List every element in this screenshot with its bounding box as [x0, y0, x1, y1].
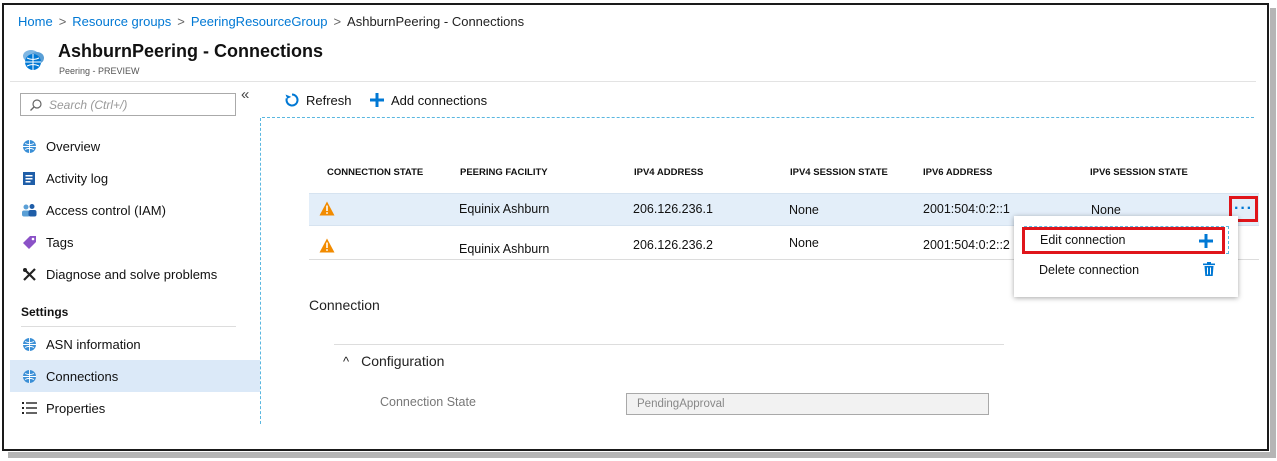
ipv4-address-cell: 206.126.236.2 [633, 238, 713, 252]
trash-icon [1203, 262, 1215, 276]
globe-icon [21, 336, 37, 352]
column-header-peering-facility[interactable]: PEERING FACILITY [460, 167, 548, 178]
warning-icon [319, 238, 335, 253]
toolbar-divider [262, 117, 1254, 118]
sidebar-splitter [260, 118, 261, 424]
column-header-connection-state[interactable]: CONNECTION STATE [327, 167, 423, 178]
column-header-ipv6-session-state[interactable]: IPV6 SESSION STATE [1090, 167, 1188, 178]
sidebar-item-label: Overview [46, 138, 101, 154]
sidebar-settings-header: Settings [21, 305, 69, 319]
ipv6-address-cell: 2001:504:0:2::2 [923, 238, 1010, 252]
ipv6-address-cell: 2001:504:0:2::1 [923, 202, 1010, 216]
delete-connection-menu-item[interactable]: Delete connection [1024, 256, 1229, 284]
add-connections-label: Add connections [391, 92, 488, 108]
window-shadow [8, 452, 1276, 458]
sidebar-item-overview[interactable]: Overview [10, 130, 260, 162]
breadcrumb-current: AshburnPeering - Connections [347, 14, 525, 29]
plus-icon [369, 92, 385, 108]
sidebar-item-label: Access control (IAM) [46, 202, 166, 218]
window-shadow [1270, 8, 1276, 455]
ipv6-session-state-cell: None [1091, 203, 1121, 217]
configuration-toggle[interactable]: ^ Configuration [343, 353, 444, 369]
sidebar-item-label: Tags [46, 234, 74, 250]
sidebar-item-tags[interactable]: Tags [10, 226, 260, 258]
globe-icon [21, 138, 37, 154]
connection-section-label: Connection [309, 297, 380, 313]
delete-connection-label: Delete connection [1039, 263, 1140, 277]
search-input[interactable] [49, 96, 229, 113]
sidebar-item-properties[interactable]: Properties [10, 392, 260, 424]
sidebar-item-label: Properties [46, 400, 106, 416]
column-header-ipv4-session-state[interactable]: IPV4 SESSION STATE [790, 167, 888, 178]
edit-connection-highlight [1022, 227, 1225, 254]
globe-icon [21, 368, 37, 384]
page-title: AshburnPeering - Connections [58, 41, 324, 61]
breadcrumb-home[interactable]: Home [18, 14, 53, 29]
sidebar-item-activity-log[interactable]: Activity log [10, 162, 260, 194]
breadcrumb-resource-groups[interactable]: Resource groups [72, 14, 171, 29]
peering-facility-cell: Equinix Ashburn [459, 202, 550, 216]
sidebar-item-connections[interactable]: Connections [10, 360, 260, 392]
sidebar-item-asn-information[interactable]: ASN information [10, 328, 260, 360]
sidebar-item-diagnose[interactable]: Diagnose and solve problems [10, 258, 260, 290]
configuration-divider [334, 344, 1004, 345]
sidebar-item-label: Diagnose and solve problems [46, 266, 218, 282]
connection-state-field: PendingApproval [626, 393, 989, 415]
log-icon [21, 170, 37, 186]
peering-facility-cell: Equinix Ashburn [459, 242, 550, 256]
search-icon [30, 99, 42, 111]
sidebar-item-label: Activity log [46, 170, 109, 186]
warning-icon [319, 201, 335, 216]
column-header-ipv6-address[interactable]: IPV6 ADDRESS [923, 167, 992, 178]
list-icon [21, 400, 37, 416]
refresh-button[interactable]: Refresh [284, 90, 352, 110]
sidebar-item-access-control[interactable]: Access control (IAM) [10, 194, 260, 226]
page-subtitle: Peering - PREVIEW [59, 66, 140, 76]
column-header-ipv4-address[interactable]: IPV4 ADDRESS [634, 167, 703, 178]
sidebar-item-label: Connections [46, 368, 119, 384]
refresh-icon [284, 92, 300, 108]
breadcrumb: Home > Resource groups > PeeringResourceGrou… [18, 14, 524, 29]
chevron-up-icon: ^ [343, 353, 350, 369]
breadcrumb-separator: > [333, 14, 342, 29]
search-box[interactable] [20, 93, 236, 116]
breadcrumb-separator: > [177, 14, 185, 29]
tag-icon [21, 234, 37, 250]
breadcrumb-resource-group[interactable]: PeeringResourceGroup [191, 14, 328, 29]
wrench-icon [21, 266, 37, 282]
connection-state-label: Connection State [380, 395, 476, 409]
ellipsis-icon: ··· [1234, 200, 1253, 217]
ipv4-address-cell: 206.126.236.1 [633, 202, 713, 216]
configuration-label: Configuration [361, 353, 445, 369]
peering-globe-icon [23, 50, 44, 70]
header-divider [10, 81, 1256, 82]
collapse-sidebar-button[interactable]: « [241, 86, 249, 103]
breadcrumb-separator: > [58, 14, 67, 29]
ipv4-session-state-cell: None [789, 236, 819, 250]
sidebar-item-label: ASN information [46, 336, 141, 352]
refresh-label: Refresh [306, 92, 352, 108]
add-connections-button[interactable]: Add connections [369, 90, 487, 110]
people-icon [21, 202, 37, 218]
sidebar-divider [21, 326, 236, 327]
ipv4-session-state-cell: None [789, 203, 819, 217]
